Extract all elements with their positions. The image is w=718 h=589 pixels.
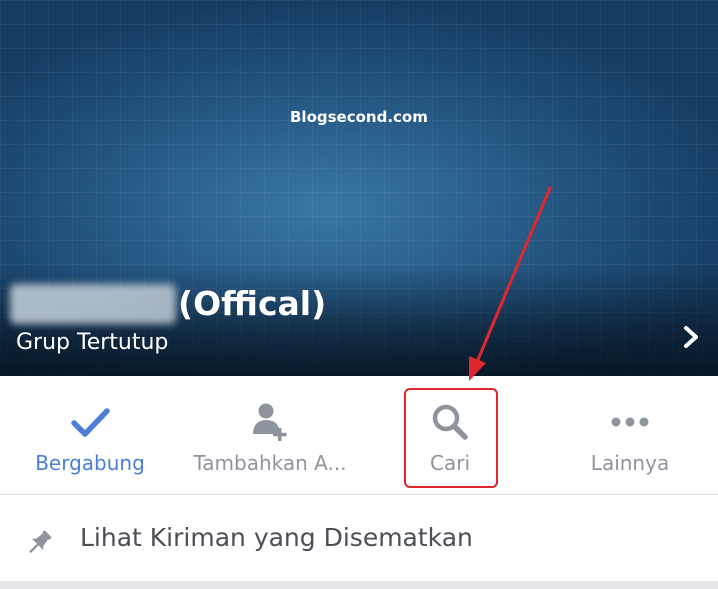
more-dots-icon [611,417,649,427]
join-button-label: Bergabung [35,451,145,475]
watermark-text: Blogsecond.com [290,108,428,126]
more-button[interactable]: Lainnya [540,376,718,494]
group-action-bar: Bergabung Tambahkan A... Cari Lainnya [0,376,718,495]
group-page: Blogsecond.com (Offical) Grup Tertutup B… [0,0,718,589]
add-member-button-label: Tambahkan A... [193,451,347,475]
chevron-right-icon[interactable] [680,324,702,350]
add-member-button[interactable]: Tambahkan A... [180,376,360,494]
check-icon [71,408,110,437]
annotation-highlight-box [404,388,498,488]
section-divider [0,581,718,589]
join-button[interactable]: Bergabung [0,376,180,494]
group-privacy-label: Grup Tertutup [16,330,169,355]
blurred-group-name [10,284,176,324]
cover-photo[interactable]: Blogsecond.com (Offical) Grup Tertutup [0,0,718,376]
more-button-label: Lainnya [590,451,670,475]
group-title: (Offical) [178,284,327,323]
pinned-posts-label: Lihat Kiriman yang Disematkan [80,523,473,552]
pin-icon [29,530,52,554]
add-person-icon [253,403,287,441]
